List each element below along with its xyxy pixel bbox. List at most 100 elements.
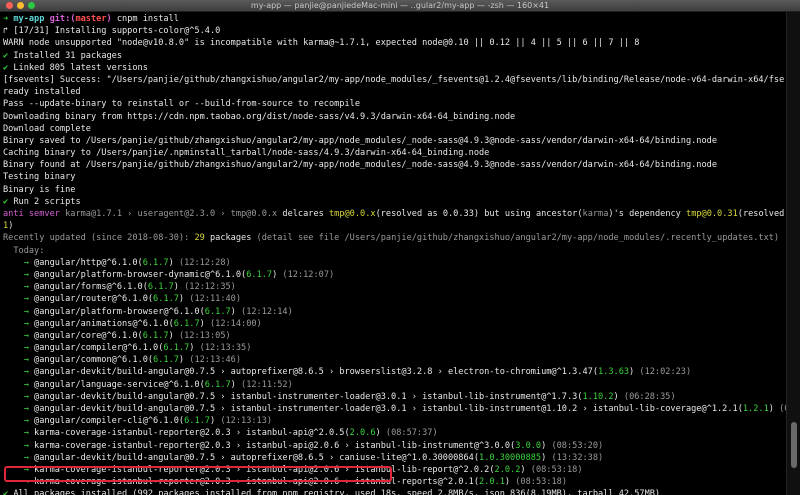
terminal-line: → @angular/compiler@^6.1.0(6.1.7) (12:13… [3,342,786,354]
terminal-line: WARN node unsupported "node@v10.8.0" is … [3,37,786,49]
terminal-text: ) [178,355,190,366]
terminal-text: @angular/compiler-cli@^6.1.0( [34,416,185,427]
terminal-output[interactable]: ➜ my-app git:(master) cnpm install ↱ [17/… [0,12,786,495]
terminal-line: ➜ my-app git:(master) cnpm install [3,13,786,25]
terminal-text: ➜ [3,14,14,24]
terminal-text: ✔ [3,50,14,61]
terminal-text: → [3,428,35,439]
terminal-text: ) [504,477,516,488]
terminal-text: (08:53:20) [551,440,604,451]
terminal-text: 2.0.1 [479,477,505,488]
terminal-text: (06:28:35) [623,391,676,402]
terminal-text: → [3,355,35,366]
terminal-text: → [3,391,35,402]
terminal-text: 6.1.7 [153,294,179,305]
terminal-text: delcares [282,209,329,219]
terminal-text: 6.1.7 [173,318,200,329]
terminal-text: → [3,452,35,463]
terminal-text: @angular/core@^6.1.0( [34,330,143,341]
terminal-text: 6.1.7 [163,343,190,354]
terminal-line: Binary is fine [3,184,786,196]
terminal-text: → [3,330,35,341]
terminal-text: ) [541,452,552,463]
terminal-line: ↱ [17/31] Installing supports-color@^5.4… [3,25,786,37]
terminal-text: Recently updated (since 2018-08-30): [3,233,195,244]
terminal-text: ) [173,282,185,293]
terminal-line: → @angular/common@^6.1.0(6.1.7) (12:13:4… [3,354,786,366]
terminal-text: @angular-devkit/build-angular@0.7.5 › is… [34,404,743,414]
terminal-text: ) [272,269,283,280]
terminal-text: Pass --update-binary to reinstall or --b… [3,99,360,110]
terminal-text: 6.1.7 [153,355,179,366]
terminal-text: "node@v10.8.0" is incompatible with karm… [116,38,640,49]
terminal-text: Installed 31 packages [13,50,123,61]
terminal-text: → [3,416,35,427]
terminal-text: ✔ [3,62,14,73]
terminal-text: (06:28:24) [779,404,786,414]
terminal-line: Today: [3,245,786,257]
terminal-line: Recently updated (since 2018-08-30): 29 … [3,232,786,244]
terminal-line: → @angular-devkit/build-angular@0.7.5 › … [3,452,786,464]
terminal-text: 6.1.7 [142,257,169,268]
terminal-text: (08:53:18) [515,477,567,488]
terminal-text: Run 2 scripts [13,196,81,207]
terminal-text: ) [613,391,624,402]
terminal-text: 6.1.7 [204,379,231,390]
terminal-line: ✔ Linked 805 latest versions [3,62,786,74]
terminal-text: 2.0.2 [494,464,521,475]
terminal-text: ) [209,416,221,427]
terminal-line: → @angular/http@^6.1.0(6.1.7) (12:12:28) [3,257,786,269]
terminal-text: (12:12:07) [282,269,335,280]
scrollbar[interactable] [786,12,800,495]
terminal-text: )'s dependency [608,209,687,219]
terminal-line: Caching binary to /Users/panjie/.npminst… [3,147,786,159]
terminal-text: (08:57:37) [385,428,438,439]
terminal-text: @angular/forms@^6.1.0( [34,282,148,293]
terminal-text: my-app [13,14,50,24]
terminal-text: (resolved as 0.0.33) but using ancestor( [375,209,583,219]
terminal-text: 6.1.7 [246,269,273,280]
terminal-text: @angular/language-service@^6.1.0( [34,379,205,390]
terminal-text: Download complete [3,123,91,134]
terminal-text: (12:11:40) [189,294,242,305]
terminal-text: → [3,404,35,414]
terminal-line: → @angular/router@^6.1.0(6.1.7) (12:11:4… [3,293,786,305]
terminal-text: ↱ [17/31] Installing supports-color@^5.4… [3,26,221,37]
terminal-text: → [3,367,35,378]
terminal-text: @angular/http@^6.1.0( [34,257,143,268]
terminal-line: Download complete [3,123,786,135]
terminal-line: → @angular/platform-browser-dynamic@^6.1… [3,269,786,281]
terminal-text: → [3,294,35,305]
terminal-text: 1.3.63 [598,367,630,378]
highlight-annotation [4,466,392,482]
terminal-text: (12:11:52) [241,379,293,390]
terminal-text: ) [199,318,210,329]
terminal-text: @angular-devkit/build-angular@0.7.5 › au… [34,452,480,463]
terminal-text: ) [178,294,190,305]
terminal-line: ✔ Installed 31 packages [3,50,786,62]
scrollbar-thumb[interactable] [791,422,797,468]
terminal-text: master [75,14,107,24]
terminal-text: 6.1.7 [147,282,174,293]
window-controls [0,2,35,9]
terminal-text: All packages installed (992 packages ins… [13,489,661,495]
terminal-text: (12:14:00) [209,318,262,329]
terminal-text: ) [230,379,242,390]
terminal-line: → @angular/platform-browser@^6.1.0(6.1.7… [3,306,786,318]
terminal-text: ) [375,428,386,439]
terminal-line: → @angular-devkit/build-angular@0.7.5 › … [3,366,786,378]
close-button[interactable] [6,2,13,9]
terminal-text: 2.0.6 [349,428,376,439]
terminal-text: → [3,306,35,317]
minimize-button[interactable] [17,2,24,9]
terminal-text: (12:02:23) [639,367,692,378]
title-bar: my-app — panjie@panjiedeMac-mini — ..gul… [0,0,800,12]
terminal-text: Caching binary to /Users/panjie/.npminst… [3,148,490,159]
terminal-text: karma [582,209,609,219]
terminal-text: ready installed [3,87,81,98]
terminal-text: @angular/common@^6.1.0( [34,355,154,366]
terminal-text: tmp@0.0.31 [686,209,738,219]
zoom-button[interactable] [28,2,35,9]
terminal-text: 6.1.7 [142,330,169,341]
terminal-text: @angular/platform-browser-dynamic@^6.1.0… [34,269,247,280]
